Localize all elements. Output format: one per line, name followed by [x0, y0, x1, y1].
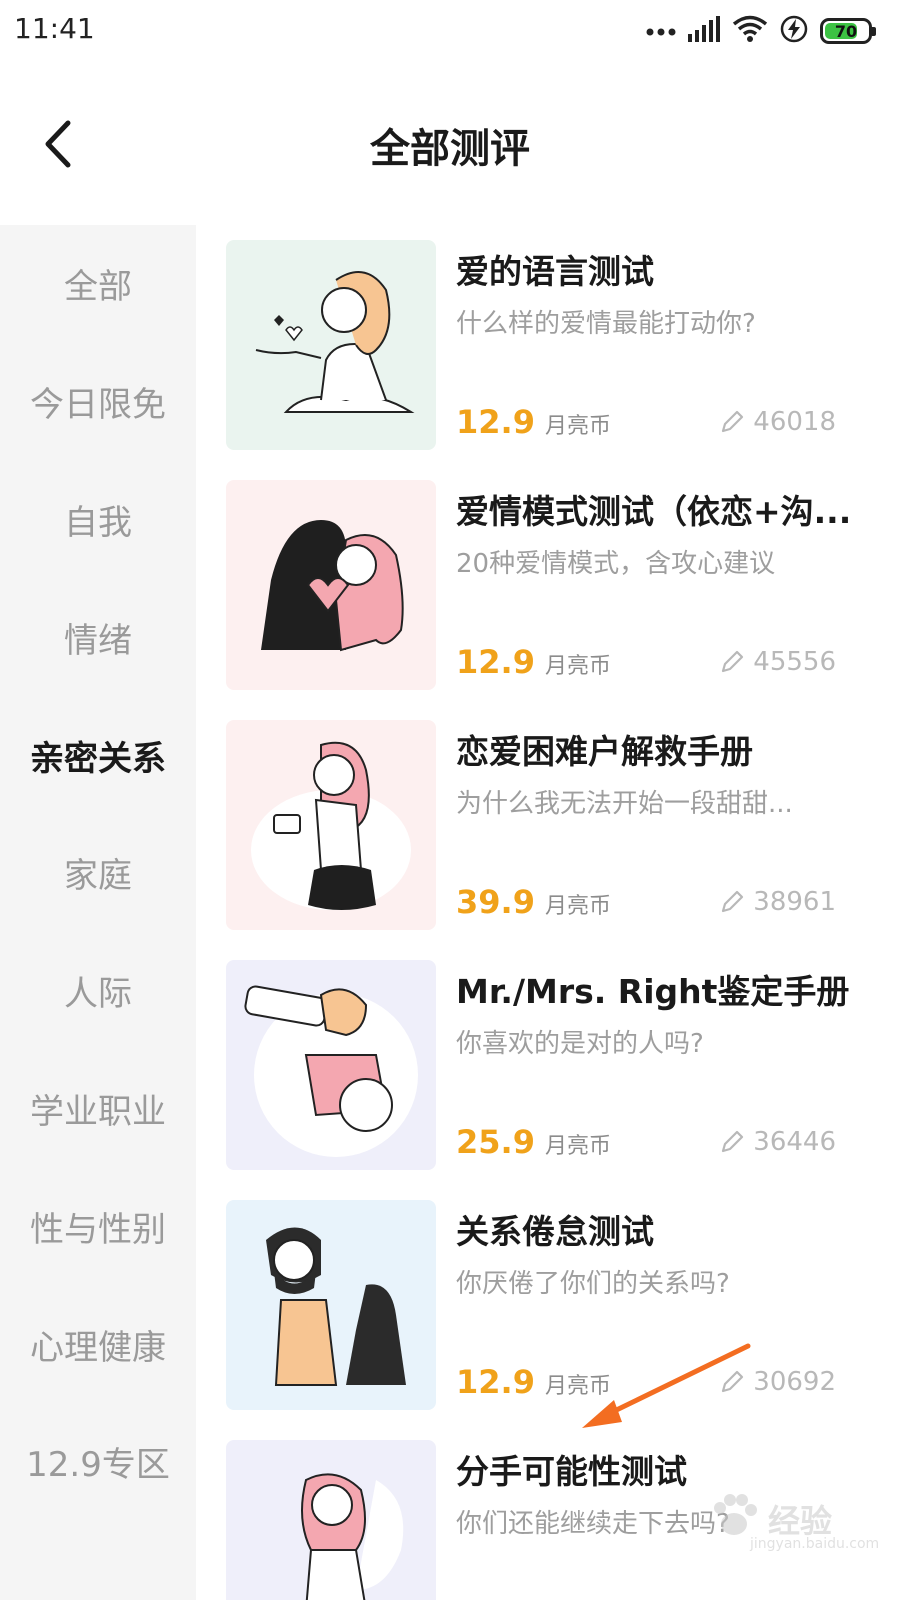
price-value: 12.9: [456, 643, 535, 681]
count-value: 46018: [753, 407, 836, 437]
price-unit: 月亮币: [544, 1134, 611, 1159]
sidebar-item-mental-health[interactable]: 心理健康: [0, 1285, 196, 1403]
test-description: 20种爱情模式，含攻心建议: [456, 549, 776, 579]
test-price: 25.9 月亮币: [456, 1123, 611, 1161]
signal-icon: [688, 16, 720, 46]
test-card[interactable]: 恋爱困难户解救手册 为什么我无法开始一段甜甜... 39.9 月亮币 38961: [226, 705, 866, 930]
price-unit: 月亮币: [544, 894, 611, 919]
participant-count: 38961: [719, 887, 836, 917]
test-thumbnail: [226, 1200, 436, 1410]
sidebar-item-emotion[interactable]: 情绪: [0, 578, 196, 696]
pencil-icon: [722, 890, 744, 913]
pencil-icon: [722, 650, 744, 673]
test-thumbnail: [226, 960, 436, 1170]
header: 全部测评: [0, 64, 900, 224]
sidebar-item-family[interactable]: 家庭: [0, 814, 196, 932]
test-price: 12.9 月亮币: [456, 403, 611, 441]
price-value: 39.9: [456, 883, 535, 921]
more-dots-icon: [646, 22, 676, 41]
test-list: 爱的语言测试 什么样的爱情最能打动你? 12.9 月亮币 46018 爱情模式测…: [196, 225, 900, 1600]
test-description: 为什么我无法开始一段甜甜...: [456, 789, 793, 819]
test-title: Mr./Mrs. Right鉴定手册: [456, 972, 850, 1011]
test-price: 12.9 月亮币: [456, 643, 611, 681]
status-bar: 11:41 70: [0, 0, 900, 64]
test-price: 39.9 月亮币: [456, 883, 611, 921]
test-thumbnail: [226, 480, 436, 690]
sidebar-item-social[interactable]: 人际: [0, 932, 196, 1050]
test-description: 什么样的爱情最能打动你?: [456, 309, 756, 339]
test-description: 你喜欢的是对的人吗?: [456, 1029, 704, 1059]
battery-icon: 70: [820, 18, 876, 44]
participant-count: 46018: [719, 407, 836, 437]
test-card[interactable]: Mr./Mrs. Right鉴定手册 你喜欢的是对的人吗? 25.9 月亮币 3…: [226, 945, 866, 1170]
count-value: 45556: [753, 647, 836, 677]
test-card[interactable]: 爱的语言测试 什么样的爱情最能打动你? 12.9 月亮币 46018: [226, 225, 866, 450]
price-value: 25.9: [456, 1123, 535, 1161]
sidebar-item-12-9-zone[interactable]: 12.9专区: [0, 1403, 196, 1521]
test-thumbnail: [226, 240, 436, 450]
test-card[interactable]: 关系倦怠测试 你厌倦了你们的关系吗? 12.9 月亮币 30692: [226, 1185, 866, 1410]
status-time: 11:41: [14, 12, 95, 45]
participant-count: 45556: [719, 647, 836, 677]
status-icons: 70: [646, 14, 876, 48]
watermark-url: jingyan.baidu.com: [750, 1536, 880, 1552]
test-thumbnail: [226, 1440, 436, 1600]
test-title: 爱情模式测试（依恋+沟...: [456, 492, 852, 531]
count-value: 30692: [753, 1367, 836, 1397]
participant-count: 36446: [719, 1127, 836, 1157]
price-value: 12.9: [456, 1363, 535, 1401]
test-title: 分手可能性测试: [456, 1452, 687, 1491]
test-card[interactable]: 爱情模式测试（依恋+沟... 20种爱情模式，含攻心建议 12.9 月亮币 45…: [226, 465, 866, 690]
price-value: 12.9: [456, 403, 535, 441]
test-description: 你厌倦了你们的关系吗?: [456, 1269, 730, 1299]
watermark: 经验 jingyan.baidu.com: [700, 1488, 879, 1558]
pencil-icon: [722, 410, 744, 433]
sidebar-item-intimate-relationship[interactable]: 亲密关系: [0, 696, 196, 814]
test-title: 爱的语言测试: [456, 252, 654, 291]
sidebar-item-study-career[interactable]: 学业职业: [0, 1050, 196, 1168]
count-value: 36446: [753, 1127, 836, 1157]
price-unit: 月亮币: [544, 414, 611, 439]
sidebar-item-all[interactable]: 全部: [0, 225, 196, 343]
wifi-icon: [732, 15, 768, 47]
category-sidebar: 全部 今日限免 自我 情绪 亲密关系 家庭 人际 学业职业 性与性别 心理健康 …: [0, 225, 196, 1600]
annotation-arrow-icon: [582, 1343, 751, 1428]
price-unit: 月亮币: [544, 654, 611, 679]
sidebar-item-self[interactable]: 自我: [0, 461, 196, 579]
battery-level: 70: [834, 21, 858, 41]
pencil-icon: [722, 1130, 744, 1153]
charging-icon: [780, 15, 808, 47]
sidebar-item-free-today[interactable]: 今日限免: [0, 343, 196, 461]
test-thumbnail: [226, 720, 436, 930]
test-title: 关系倦怠测试: [456, 1212, 654, 1251]
sidebar-item-sex-gender[interactable]: 性与性别: [0, 1167, 196, 1285]
test-title: 恋爱困难户解救手册: [456, 732, 753, 771]
count-value: 38961: [753, 887, 836, 917]
page-title: 全部测评: [370, 126, 530, 172]
